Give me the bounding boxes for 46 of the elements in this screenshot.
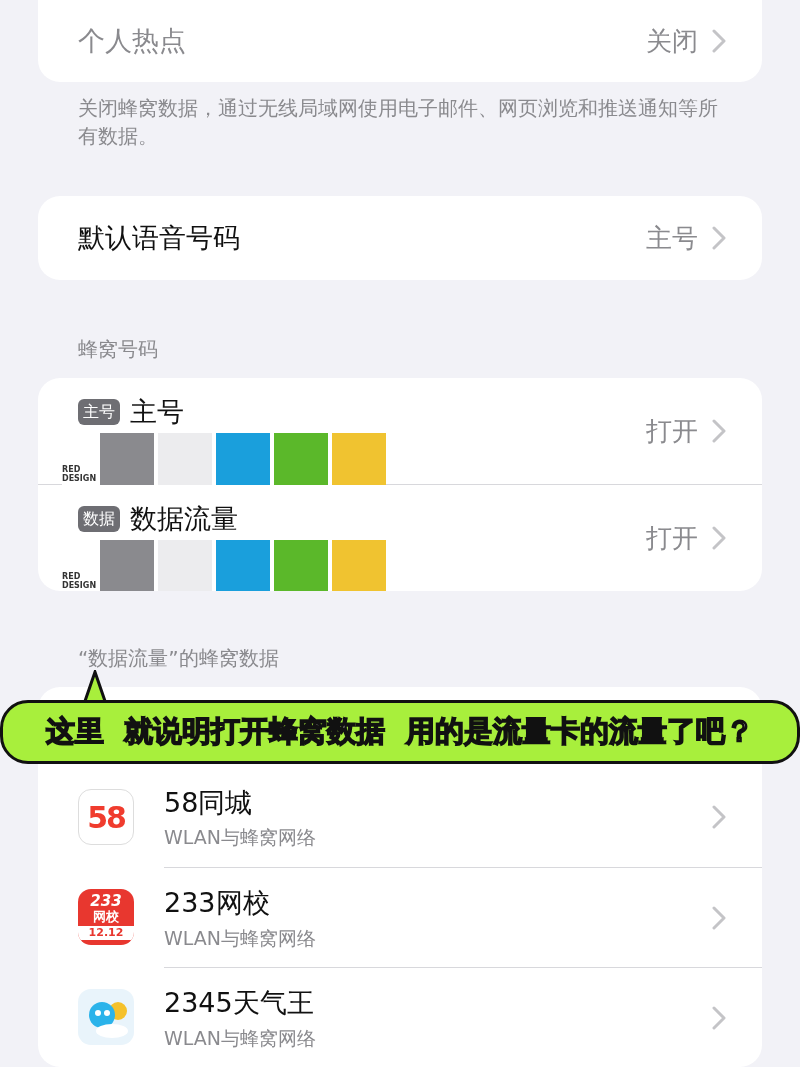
chevron-icon [712,805,726,829]
footnote-text: 关闭蜂窝数据，通过无线局域网使用电子邮件、网页浏览和推送通知等所有数据。 [78,95,719,150]
app-name: 2345天气王 [164,986,315,1020]
chevron-icon [712,1005,726,1030]
chevron-icon [712,905,726,930]
color-swatch [274,539,328,591]
app-subtitle: WLAN与蜂窝网络 [164,925,318,951]
color-swatch [100,539,154,591]
row-value: 打开 [646,414,698,448]
app-row[interactable]: 58 58同城 WLAN与蜂窝网络 [38,767,762,867]
section-header: “数据流量”的蜂窝数据 [78,645,280,672]
line-name: 数据流量 [130,502,238,536]
app-name: 233网校 [164,886,271,920]
line-name: 主号 [130,395,184,429]
annotation-text: 这里 就说明打开蜂窝数据 用的是流量卡的流量了吧？ [46,713,754,751]
color-swatch [216,539,270,591]
color-swatch [216,432,270,485]
row-value: 打开 [646,521,698,555]
chevron-icon [712,226,726,250]
settings-row[interactable]: 默认语音号码 主号 [38,196,762,280]
color-swatch [332,539,386,591]
sticker-text: RED DESIGN [62,571,96,590]
line-row[interactable]: 数据 数据流量 RED DESIGN 打开 [38,485,762,591]
app-subtitle: WLAN与蜂窝网络 [164,1025,318,1051]
section-header: 蜂窝号码 [78,336,159,363]
chevron-icon [712,419,726,443]
line-badge: 数据 [78,506,120,533]
app-row[interactable]: 2345天气王 WLAN与蜂窝网络 [38,967,762,1067]
app-icon [78,989,134,1045]
color-swatch [332,432,386,485]
chevron-icon [712,526,726,550]
row-value: 关闭 [646,24,698,58]
app-icon: 233 网校 12.12 [78,889,134,945]
sticker-text: RED DESIGN [62,464,96,483]
color-swatch [100,432,154,485]
row-value: 主号 [646,221,698,255]
chevron-icon [712,29,726,53]
app-name: 58同城 [164,785,254,820]
line-row[interactable]: 主号 主号 RED DESIGN 打开 [38,378,762,484]
app-subtitle: WLAN与蜂窝网络 [164,825,318,850]
color-swatch [274,432,328,485]
row-label: 个人热点 [78,23,187,58]
app-row[interactable]: 233 网校 12.12 233网校 WLAN与蜂窝网络 [38,867,762,967]
app-icon: 58 [78,789,134,845]
row-label: 默认语音号码 [78,220,241,255]
line-badge: 主号 [78,399,120,426]
